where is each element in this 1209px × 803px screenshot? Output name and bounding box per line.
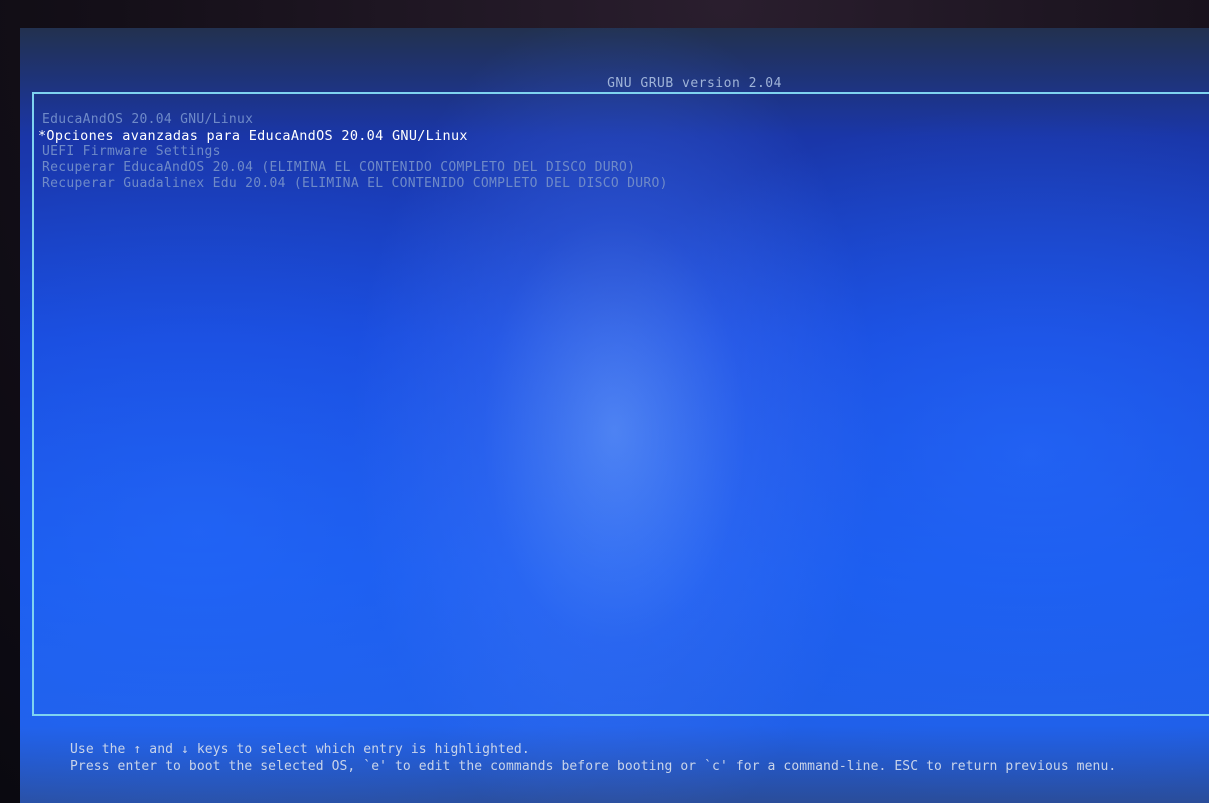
menu-entry-uefi-firmware-settings[interactable]: UEFI Firmware Settings: [42, 144, 668, 160]
menu-entry-advanced-options[interactable]: *Opciones avanzadas para EducaAndOS 20.0…: [38, 128, 668, 144]
menu-entry-recover-educaandos[interactable]: Recuperar EducaAndOS 20.04 (ELIMINA EL C…: [42, 160, 668, 176]
boot-menu: EducaAndOS 20.04 GNU/Linux *Opciones ava…: [32, 92, 1209, 716]
grub-title: GNU GRUB version 2.04: [607, 76, 782, 91]
boot-menu-list: EducaAndOS 20.04 GNU/Linux *Opciones ava…: [38, 112, 668, 192]
menu-entry-recover-guadalinex[interactable]: Recuperar Guadalinex Edu 20.04 (ELIMINA …: [42, 176, 668, 192]
help-line-navigation: Use the ↑ and ↓ keys to select which ent…: [70, 742, 530, 757]
help-text: Use the ↑ and ↓ keys to select which ent…: [70, 741, 1116, 775]
menu-entry-educaandos[interactable]: EducaAndOS 20.04 GNU/Linux: [42, 112, 668, 128]
help-line-actions: Press enter to boot the selected OS, `e'…: [70, 759, 1117, 774]
grub-screen: GNU GRUB version 2.04 EducaAndOS 20.04 G…: [20, 28, 1209, 803]
